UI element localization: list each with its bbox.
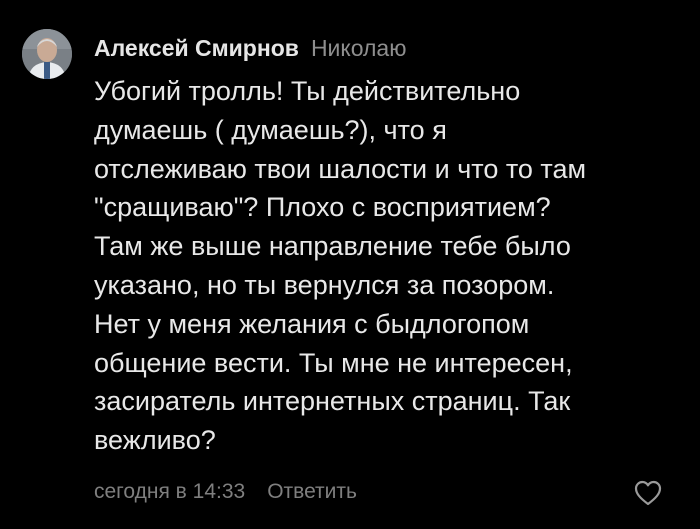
comment-line: Убогий тролль! Ты действительно: [94, 76, 521, 106]
comment-footer: сегодня в 14:33 Ответить: [94, 477, 357, 507]
avatar[interactable]: [22, 29, 72, 79]
comment-line: думаешь ( думаешь?), что я: [94, 114, 447, 145]
comment-line: Нет у меня желания с быдлогопом: [94, 308, 530, 339]
reply-to-name[interactable]: Николаю: [311, 35, 407, 62]
comment-line: указано, но ты вернулся за позором.: [94, 269, 555, 300]
comment-line: засиратель интернетных страниц. Так: [94, 386, 571, 417]
comment-line: вежливо?: [94, 425, 216, 456]
comment-text: Убогий тролль! Ты действительно думаешь …: [94, 72, 679, 460]
reply-button[interactable]: Ответить: [267, 480, 357, 504]
comment-line: общение вести. Ты мне не интересен,: [94, 347, 573, 378]
comment: Алексей Смирнов Николаю Убогий тролль! Т…: [0, 0, 700, 529]
author-name[interactable]: Алексей Смирнов: [94, 35, 299, 62]
avatar-photo: [22, 29, 72, 79]
comment-header: Алексей Смирнов Николаю: [94, 35, 406, 65]
timestamp: сегодня в 14:33: [94, 480, 246, 503]
heart-outline-icon: [634, 480, 662, 506]
comment-line: отслеживаю твои шалости и что то там: [94, 153, 587, 184]
comment-line: "сращиваю"? Плохо с восприятием?: [94, 192, 551, 223]
comment-line: Там же выше направление тебе было: [94, 231, 571, 262]
like-button[interactable]: [633, 479, 663, 507]
